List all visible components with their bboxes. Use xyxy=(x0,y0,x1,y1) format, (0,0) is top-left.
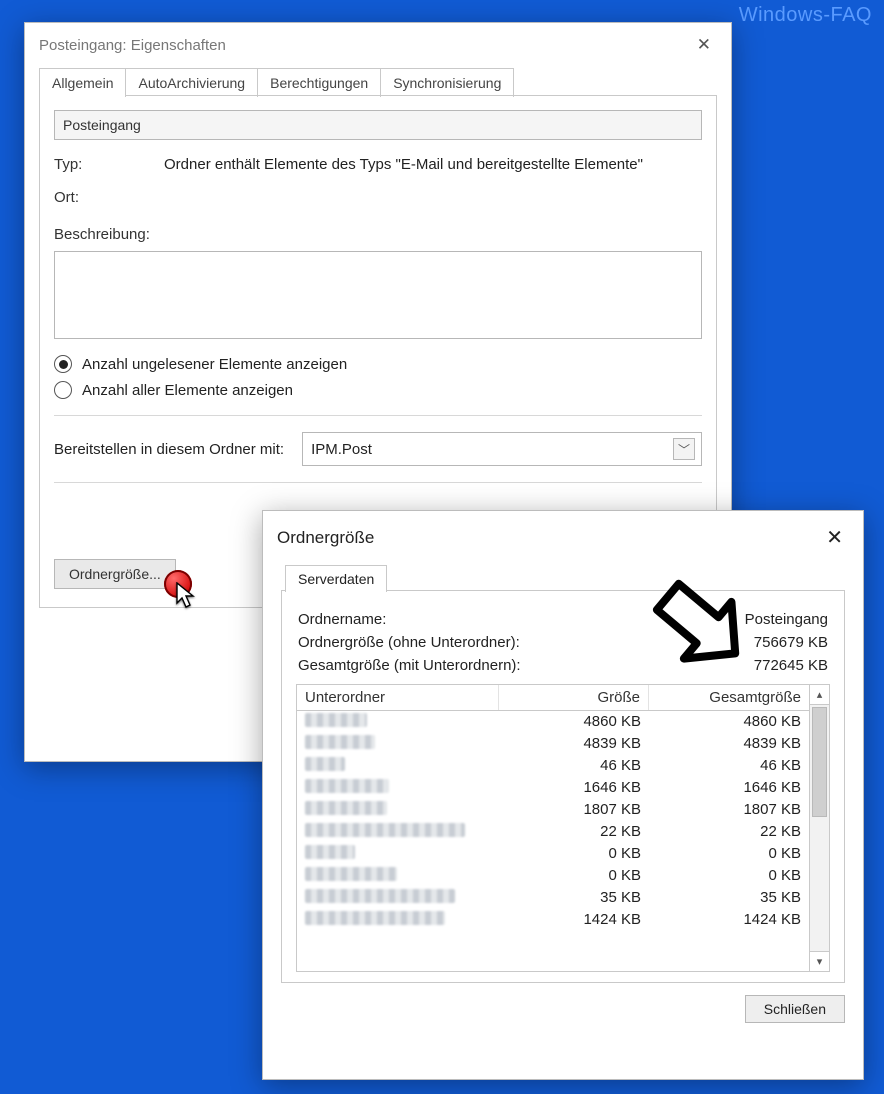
folder-name-field[interactable]: Posteingang xyxy=(54,110,702,140)
redacted-name xyxy=(305,713,367,727)
tab-permissions[interactable]: Berechtigungen xyxy=(257,68,381,97)
cell-size: 35 KB xyxy=(499,887,649,909)
description-input[interactable] xyxy=(54,251,702,339)
watermark-text: Windows-FAQ xyxy=(739,4,872,27)
titlebar: Posteingang: Eigenschaften ✕ xyxy=(25,23,731,67)
window-title: Posteingang: Eigenschaften xyxy=(39,37,226,54)
col-size[interactable]: Größe xyxy=(499,685,649,710)
provide-select[interactable]: IPM.Post ﹀ xyxy=(302,432,702,466)
close-icon[interactable]: ✕ xyxy=(691,33,717,57)
scroll-thumb[interactable] xyxy=(812,707,827,817)
cell-total: 4839 KB xyxy=(649,733,809,755)
type-value: Ordner enthält Elemente des Typs "E-Mail… xyxy=(164,156,702,173)
cell-total: 1807 KB xyxy=(649,799,809,821)
subfolder-table: Unterordner Größe Gesamtgröße 4860 KB486… xyxy=(296,684,830,972)
folder-size-window: Ordnergröße ✕ Serverdaten Ordnername: Po… xyxy=(262,510,864,1080)
cell-size: 46 KB xyxy=(499,755,649,777)
size-body: Ordnername: Posteingang Ordnergröße (ohn… xyxy=(281,591,845,983)
tab-strip: Allgemein AutoArchivierung Berechtigunge… xyxy=(25,67,731,96)
size-titlebar: Ordnergröße ✕ xyxy=(263,511,863,564)
table-row[interactable]: 4860 KB4860 KB xyxy=(297,711,809,733)
tab-autoarchive[interactable]: AutoArchivierung xyxy=(125,68,258,97)
radio-unread[interactable] xyxy=(54,355,72,373)
table-row[interactable]: 1646 KB1646 KB xyxy=(297,777,809,799)
folder-size-button[interactable]: Ordnergröße... xyxy=(54,559,176,589)
cell-size: 22 KB xyxy=(499,821,649,843)
table-row[interactable]: 1424 KB1424 KB xyxy=(297,909,809,931)
table-row[interactable]: 22 KB22 KB xyxy=(297,821,809,843)
size-total-value: 772645 KB xyxy=(754,657,828,674)
cursor-icon xyxy=(176,582,198,610)
size-nosub-value: 756679 KB xyxy=(754,634,828,651)
table-row[interactable]: 46 KB46 KB xyxy=(297,755,809,777)
cell-total: 1424 KB xyxy=(649,909,809,931)
table-row[interactable]: 0 KB0 KB xyxy=(297,865,809,887)
description-label: Beschreibung: xyxy=(54,226,150,243)
radio-unread-label: Anzahl ungelesener Elemente anzeigen xyxy=(82,356,347,373)
cell-total: 46 KB xyxy=(649,755,809,777)
redacted-name xyxy=(305,757,345,771)
table-row[interactable]: 4839 KB4839 KB xyxy=(297,733,809,755)
redacted-name xyxy=(305,735,375,749)
cell-size: 0 KB xyxy=(499,865,649,887)
radio-all-label: Anzahl aller Elemente anzeigen xyxy=(82,382,293,399)
tab-general[interactable]: Allgemein xyxy=(39,68,126,97)
size-window-title: Ordnergröße xyxy=(277,528,374,548)
chevron-down-icon[interactable]: ﹀ xyxy=(673,438,695,460)
scrollbar[interactable]: ▴ ▾ xyxy=(809,685,829,971)
radio-all[interactable] xyxy=(54,381,72,399)
table-row[interactable]: 0 KB0 KB xyxy=(297,843,809,865)
cell-total: 22 KB xyxy=(649,821,809,843)
redacted-name xyxy=(305,867,397,881)
table-row[interactable]: 35 KB35 KB xyxy=(297,887,809,909)
size-nosub-label: Ordnergröße (ohne Unterordner): xyxy=(298,634,520,651)
provide-label: Bereitstellen in diesem Ordner mit: xyxy=(54,441,284,458)
cell-size: 0 KB xyxy=(499,843,649,865)
table-row[interactable]: 1807 KB1807 KB xyxy=(297,799,809,821)
type-label: Typ: xyxy=(54,156,164,173)
redacted-name xyxy=(305,801,387,815)
cell-total: 0 KB xyxy=(649,865,809,887)
redacted-name xyxy=(305,845,355,859)
cell-total: 1646 KB xyxy=(649,777,809,799)
location-value xyxy=(164,189,702,206)
redacted-name xyxy=(305,823,465,837)
redacted-name xyxy=(305,911,445,925)
redacted-name xyxy=(305,889,455,903)
col-subfolder[interactable]: Unterordner xyxy=(297,685,499,710)
tab-serverdata[interactable]: Serverdaten xyxy=(285,565,387,592)
scroll-down-icon[interactable]: ▾ xyxy=(810,951,829,971)
cell-size: 1807 KB xyxy=(499,799,649,821)
arrow-annotation-icon xyxy=(636,572,756,692)
cell-size: 1424 KB xyxy=(499,909,649,931)
size-total-label: Gesamtgröße (mit Unterordnern): xyxy=(298,657,521,674)
close-button[interactable]: Schließen xyxy=(745,995,845,1023)
cell-size: 4839 KB xyxy=(499,733,649,755)
cell-size: 4860 KB xyxy=(499,711,649,733)
tab-sync[interactable]: Synchronisierung xyxy=(380,68,514,97)
location-label: Ort: xyxy=(54,189,164,206)
foldername-value: Posteingang xyxy=(745,611,828,628)
redacted-name xyxy=(305,779,389,793)
cell-total: 4860 KB xyxy=(649,711,809,733)
foldername-label: Ordnername: xyxy=(298,611,386,628)
cell-size: 1646 KB xyxy=(499,777,649,799)
scroll-up-icon[interactable]: ▴ xyxy=(810,685,829,705)
provide-value: IPM.Post xyxy=(311,441,372,458)
close-icon[interactable]: ✕ xyxy=(820,523,849,552)
cell-total: 0 KB xyxy=(649,843,809,865)
cell-total: 35 KB xyxy=(649,887,809,909)
